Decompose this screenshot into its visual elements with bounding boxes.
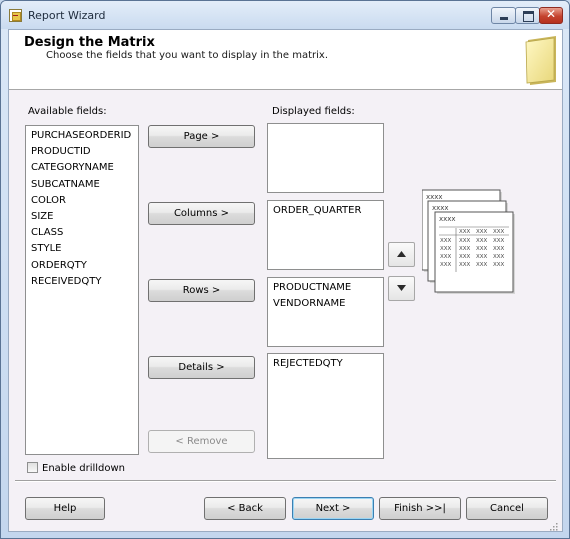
preview-cell-text: XXX bbox=[440, 246, 452, 252]
column-field-item[interactable]: ORDER_QUARTER bbox=[273, 203, 378, 219]
preview-cell-text: XXX bbox=[476, 262, 488, 268]
window-title: Report Wizard bbox=[28, 9, 106, 22]
move-down-button[interactable] bbox=[388, 276, 415, 301]
close-button[interactable]: ✕ bbox=[539, 7, 563, 24]
preview-cell-text: XXX bbox=[459, 238, 471, 244]
preview-cell-text: XXX bbox=[493, 229, 505, 235]
preview-cell-text: XXX bbox=[476, 254, 488, 260]
arrow-up-icon bbox=[397, 251, 406, 257]
preview-cell-text: XXX bbox=[476, 229, 488, 235]
cancel-button[interactable]: Cancel bbox=[466, 497, 548, 520]
preview-cell-text: XXX bbox=[459, 229, 471, 235]
available-field-item[interactable]: RECEIVEDQTY bbox=[31, 274, 133, 290]
maximize-button[interactable] bbox=[515, 7, 540, 24]
matrix-preview-illustration: xxxxxxxxxxxxXXX XXX XXXXXX XXX XXX XXXXXX XXX X… bbox=[422, 189, 515, 294]
preview-cell-text: XXX bbox=[493, 238, 505, 244]
wizard-notepad-icon bbox=[525, 36, 556, 85]
move-up-button[interactable] bbox=[388, 242, 415, 267]
available-field-item[interactable]: STYLE bbox=[31, 241, 133, 257]
available-field-item[interactable]: CATEGORYNAME bbox=[31, 160, 133, 176]
back-button[interactable]: < Back bbox=[204, 497, 286, 520]
columns-button[interactable]: Columns > bbox=[148, 202, 255, 225]
columns-fields-list[interactable]: ORDER_QUARTER bbox=[267, 200, 384, 270]
row-field-item[interactable]: VENDORNAME bbox=[273, 296, 378, 312]
available-field-item[interactable]: PURCHASEORDERID bbox=[31, 128, 133, 144]
preview-cell-text: XXX bbox=[459, 262, 471, 268]
resize-grip-icon[interactable] bbox=[549, 522, 558, 531]
page-description: Choose the fields that you want to displ… bbox=[46, 50, 329, 61]
available-field-item[interactable]: PRODUCTID bbox=[31, 144, 133, 160]
close-icon: ✕ bbox=[545, 7, 557, 21]
preview-cell-text: XXX bbox=[493, 262, 505, 268]
wizard-client-area: Design the Matrix Choose the fields that… bbox=[8, 29, 563, 532]
page-button[interactable]: Page > bbox=[148, 125, 255, 148]
footer-divider-highlight bbox=[15, 481, 556, 482]
rows-button[interactable]: Rows > bbox=[148, 279, 255, 302]
available-field-item[interactable]: SUBCATNAME bbox=[31, 177, 133, 193]
available-field-item[interactable]: SIZE bbox=[31, 209, 133, 225]
preview-cell-text: XXX bbox=[476, 238, 488, 244]
preview-cell-text: XXX bbox=[440, 262, 452, 268]
wizard-header: Design the Matrix Choose the fields that… bbox=[9, 30, 562, 90]
preview-sheet bbox=[434, 211, 514, 293]
arrow-down-icon bbox=[397, 285, 406, 291]
details-button[interactable]: Details > bbox=[148, 356, 255, 379]
preview-cell-text: XXX bbox=[440, 238, 452, 244]
enable-drilldown-label: Enable drilldown bbox=[42, 463, 126, 474]
available-field-item[interactable]: COLOR bbox=[31, 193, 133, 209]
preview-cell-text: XXX bbox=[440, 254, 452, 260]
preview-cell-text: XXX bbox=[476, 246, 488, 252]
preview-header-text: xxxx bbox=[432, 204, 449, 212]
remove-button[interactable]: < Remove bbox=[148, 430, 255, 453]
preview-cell-text: XXX bbox=[459, 246, 471, 252]
page-title: Design the Matrix bbox=[24, 35, 155, 50]
finish-button[interactable]: Finish >>| bbox=[379, 497, 461, 520]
enable-drilldown-checkbox[interactable] bbox=[27, 462, 38, 473]
available-field-item[interactable]: CLASS bbox=[31, 225, 133, 241]
report-wizard-window: Report Wizard ✕ Design the Matrix Choose… bbox=[0, 0, 570, 539]
preview-cell-text: XXX bbox=[493, 254, 505, 260]
help-button[interactable]: Help bbox=[25, 497, 105, 520]
displayed-fields-label: Displayed fields: bbox=[272, 106, 355, 117]
detail-field-item[interactable]: REJECTEDQTY bbox=[273, 356, 378, 372]
page-fields-list[interactable] bbox=[267, 123, 384, 193]
preview-header-text: xxxx bbox=[426, 193, 443, 201]
preview-header-text: xxxx bbox=[439, 215, 456, 223]
preview-cell-text: XXX bbox=[459, 254, 471, 260]
preview-cell-text: XXX bbox=[493, 246, 505, 252]
available-fields-list[interactable]: PURCHASEORDERID PRODUCTID CATEGORYNAME SUBC… bbox=[25, 125, 139, 455]
minimize-button[interactable] bbox=[491, 7, 516, 24]
details-fields-list[interactable]: REJECTEDQTY bbox=[267, 353, 384, 459]
next-button[interactable]: Next > bbox=[292, 497, 374, 520]
title-bar[interactable]: Report Wizard ✕ bbox=[1, 1, 569, 29]
available-field-item[interactable]: ORDERQTY bbox=[31, 258, 133, 274]
rows-fields-list[interactable]: PRODUCTNAME VENDORNAME bbox=[267, 277, 384, 347]
row-field-item[interactable]: PRODUCTNAME bbox=[273, 280, 378, 296]
report-wizard-icon bbox=[9, 9, 22, 22]
available-fields-label: Available fields: bbox=[28, 106, 107, 117]
